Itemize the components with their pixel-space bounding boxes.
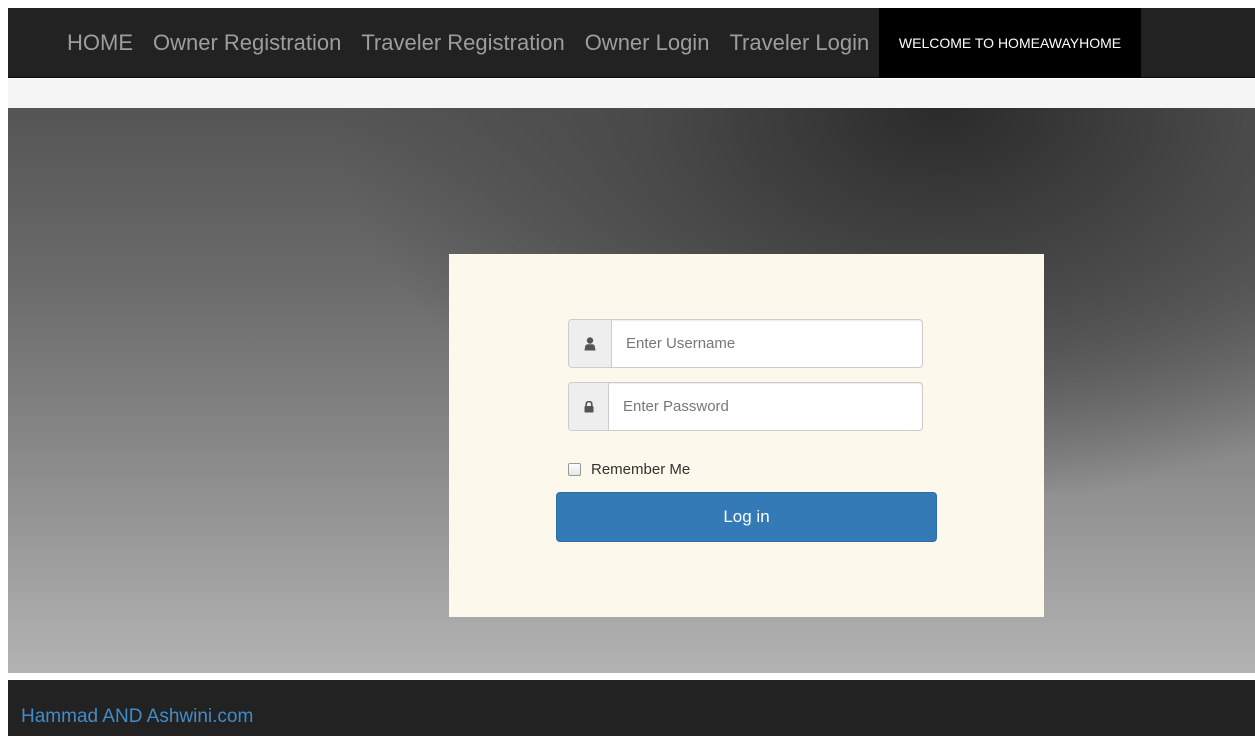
- username-input[interactable]: [612, 320, 922, 367]
- nav-link-owner-registration[interactable]: Owner Registration: [153, 8, 341, 78]
- welcome-banner: WELCOME TO HOMEAWAYHOME: [879, 8, 1141, 78]
- login-button[interactable]: Log in: [556, 492, 937, 542]
- nav-link-traveler-registration[interactable]: Traveler Registration: [361, 8, 564, 78]
- nav-link-owner-login[interactable]: Owner Login: [585, 8, 710, 78]
- remember-me-label: Remember Me: [591, 460, 691, 478]
- nav-spacer: [8, 79, 1255, 108]
- footer-divider: [8, 673, 1255, 680]
- password-input-group: [568, 382, 923, 431]
- remember-me-checkbox[interactable]: [568, 462, 581, 476]
- login-form: Remember Me Log in: [449, 254, 1044, 617]
- remember-me[interactable]: Remember Me: [568, 459, 690, 479]
- user-icon: [569, 320, 612, 367]
- top-navbar: HOME Owner Registration Traveler Registr…: [8, 8, 1255, 78]
- lock-icon: [569, 383, 609, 430]
- nav-link-traveler-login[interactable]: Traveler Login: [729, 8, 869, 78]
- footer-site-link[interactable]: Hammad AND Ashwini.com: [21, 706, 253, 728]
- footer: Hammad AND Ashwini.com: [8, 680, 1255, 736]
- page: HOME Owner Registration Traveler Registr…: [0, 0, 1255, 736]
- nav-link-home[interactable]: HOME: [67, 8, 133, 78]
- password-input[interactable]: [609, 383, 922, 430]
- nav-links: HOME Owner Registration Traveler Registr…: [67, 8, 869, 78]
- username-input-group: [568, 319, 923, 368]
